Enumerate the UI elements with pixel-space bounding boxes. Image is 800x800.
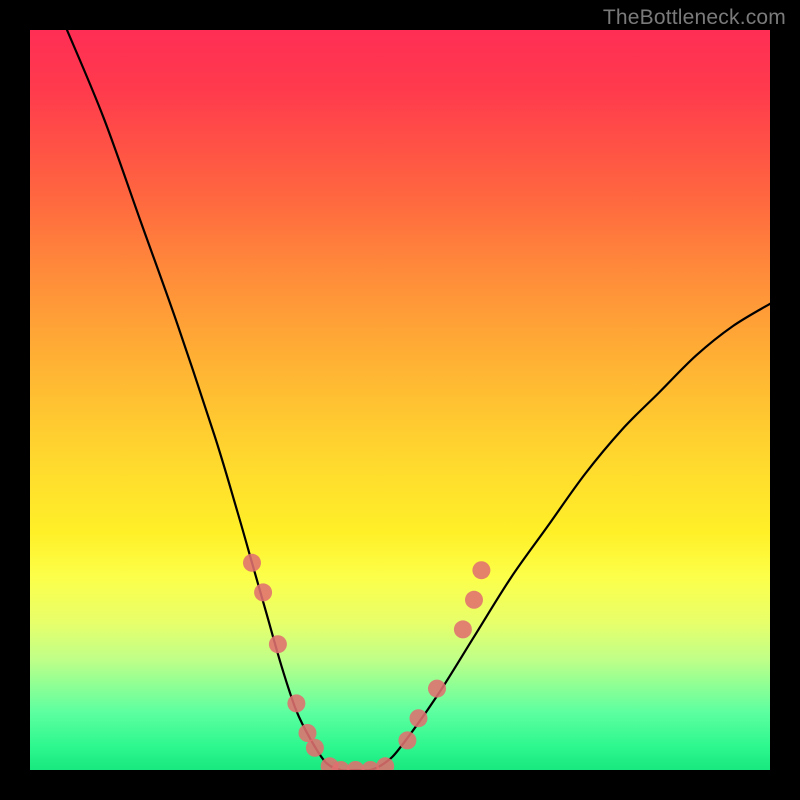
watermark-text: TheBottleneck.com (603, 6, 786, 30)
marker-point (454, 620, 472, 638)
marker-point (269, 635, 287, 653)
marker-point (254, 583, 272, 601)
chart-frame: TheBottleneck.com (0, 0, 800, 800)
marker-point (465, 591, 483, 609)
marker-point (472, 561, 490, 579)
marker-point (287, 694, 305, 712)
marker-point (410, 709, 428, 727)
plot-area (30, 30, 770, 770)
marker-point (398, 731, 416, 749)
marker-point (243, 554, 261, 572)
chart-svg (30, 30, 770, 770)
marker-point (428, 680, 446, 698)
bottleneck-curve (67, 30, 770, 770)
marker-point (376, 757, 394, 770)
marker-point (306, 739, 324, 757)
